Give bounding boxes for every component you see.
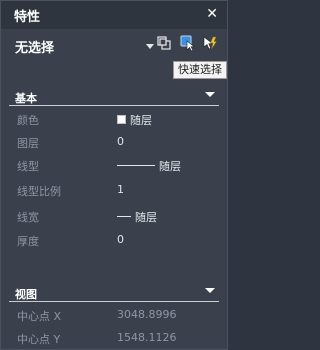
collapse-arrow-icon[interactable]: [205, 288, 215, 293]
toggle-pickadd-icon[interactable]: [201, 34, 219, 52]
section-view-header[interactable]: 视图: [1, 284, 227, 302]
palette-title: 特性: [14, 10, 41, 25]
section-view-title: 视图: [15, 288, 37, 301]
property-value[interactable]: 随层: [117, 209, 157, 225]
collapse-arrow-icon[interactable]: [205, 92, 215, 97]
close-icon[interactable]: ✕: [206, 6, 218, 22]
property-label: 中心点 X: [17, 310, 62, 323]
property-label: 图层: [17, 137, 39, 150]
quick-select-tooltip: 快速选择: [173, 61, 227, 79]
chevron-down-icon[interactable]: [146, 44, 154, 49]
lineweight-value-text: 随层: [135, 211, 157, 224]
property-row-layer[interactable]: 图层 0: [1, 131, 227, 153]
property-value[interactable]: 随层: [117, 158, 181, 174]
section-divider: [9, 105, 219, 106]
property-label: 线型: [17, 160, 39, 173]
property-row-center-x: 中心点 X 3048.8996: [1, 304, 227, 326]
lineweight-sample-icon: [117, 216, 131, 217]
property-value[interactable]: 0: [117, 135, 124, 148]
linetype-value-text: 随层: [159, 160, 181, 173]
section-divider: [9, 301, 219, 302]
property-value[interactable]: 0: [117, 233, 124, 246]
property-value: 3048.8996: [117, 308, 177, 321]
select-objects-icon[interactable]: [156, 34, 174, 52]
properties-palette: 特性 ✕ 无选择 快速选择 基本 颜色 随层 图层 0 线型 随层 线型比例 1…: [0, 0, 228, 350]
property-label: 线宽: [17, 211, 39, 224]
property-label: 中心点 Y: [17, 333, 61, 346]
property-value[interactable]: 随层: [117, 112, 152, 128]
property-label: 线型比例: [17, 185, 61, 198]
palette-title-bar[interactable]: 特性 ✕: [1, 1, 227, 29]
property-value: 1548.1126: [117, 331, 177, 344]
quick-select-icon[interactable]: [179, 34, 197, 52]
property-row-color[interactable]: 颜色 随层: [1, 108, 227, 130]
property-value[interactable]: 1: [117, 183, 124, 196]
section-basic-title: 基本: [15, 92, 37, 105]
color-swatch-icon: [117, 115, 126, 124]
selection-label: 无选择: [15, 41, 55, 56]
color-value-text: 随层: [130, 114, 152, 127]
section-basic-header[interactable]: 基本: [1, 88, 227, 106]
property-row-lineweight[interactable]: 线宽 随层: [1, 205, 227, 227]
property-row-linetype-scale[interactable]: 线型比例 1: [1, 179, 227, 201]
property-label: 厚度: [17, 235, 39, 248]
property-row-center-y: 中心点 Y 1548.1126: [1, 327, 227, 349]
property-label: 颜色: [17, 114, 39, 127]
property-row-thickness[interactable]: 厚度 0: [1, 229, 227, 251]
property-row-linetype[interactable]: 线型 随层: [1, 154, 227, 176]
linetype-sample-icon: [117, 165, 155, 166]
